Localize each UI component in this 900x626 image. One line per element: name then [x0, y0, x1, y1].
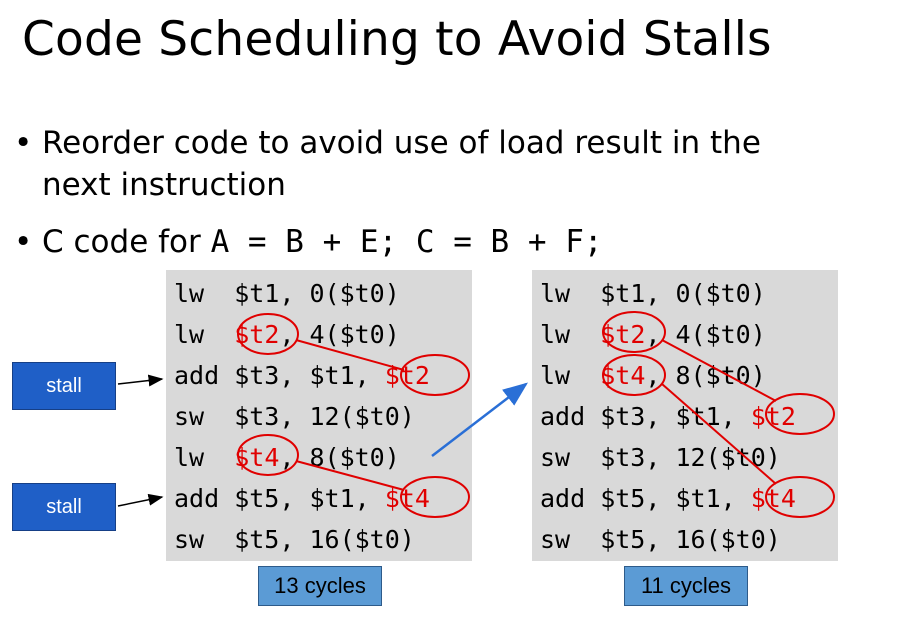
left-t2-circle — [237, 313, 299, 355]
right-t4-dependency-line — [661, 383, 777, 485]
left-t4-circle — [237, 434, 299, 476]
stall-arrow-1 — [117, 374, 164, 387]
left-t2-use-circle — [400, 354, 470, 396]
right-t2-circle — [602, 311, 666, 353]
right-t2-dependency-line — [661, 339, 777, 402]
left-t2-dependency-line — [295, 339, 405, 371]
right-t4-circle — [602, 354, 666, 396]
stall-arrow-2 — [117, 493, 164, 507]
left-t4-use-circle — [400, 476, 470, 518]
left-t4-dependency-line — [295, 460, 405, 491]
annotation-overlay — [117, 311, 835, 518]
